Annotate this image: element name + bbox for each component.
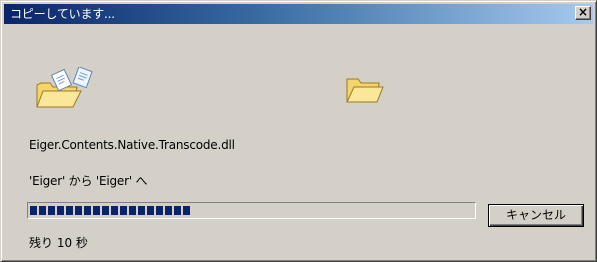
- folder-with-flying-documents-icon: [33, 66, 97, 111]
- progress-bar-fill: [30, 206, 190, 215]
- copy-source-destination: 'Eiger' から 'Eiger' へ: [29, 174, 148, 188]
- progress-bar: [27, 202, 476, 219]
- title-bar[interactable]: コピーしています... ×: [4, 4, 593, 24]
- open-folder-icon: [345, 73, 385, 105]
- current-file-name: Eiger.Contents.Native.Transcode.dll: [29, 138, 235, 152]
- close-button[interactable]: ×: [575, 6, 591, 20]
- cancel-button[interactable]: キャンセル: [488, 204, 584, 227]
- window-title: コピーしています...: [10, 7, 115, 21]
- copy-dialog: コピーしています... × Eiger.Contents.Native.Tran…: [0, 0, 597, 262]
- time-remaining: 残り 10 秒: [29, 236, 88, 250]
